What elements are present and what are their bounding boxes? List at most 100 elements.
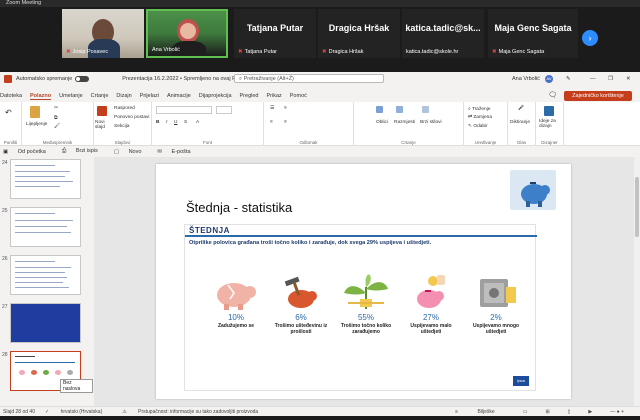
undo-icon[interactable]: ↶ — [5, 108, 12, 117]
avatar[interactable]: AV — [545, 74, 553, 83]
participant-big-name: Dragica Hršak — [328, 23, 390, 33]
participant-tile-maja[interactable]: Maja Genc Sagata ✖ Maja Genc Sagata — [488, 9, 578, 58]
menu-prikaz[interactable]: Prikaz — [266, 93, 281, 99]
slide-thumbnail[interactable]: 27 — [2, 303, 81, 343]
comment-icon[interactable]: 🗨 — [548, 91, 557, 99]
paste-button[interactable]: Lijepljenje — [26, 122, 47, 127]
illustration — [217, 283, 256, 310]
participant-tile-dragica[interactable]: Dragica Hršak ✖ Dragica Hršak — [318, 9, 400, 58]
print-icon: ⎙ — [61, 148, 68, 154]
menu-datoteka[interactable]: Datoteka — [0, 93, 22, 99]
notes-button[interactable]: ≡ Bilješke — [447, 409, 505, 415]
language-label: hrvatski (Hrvatska) — [60, 408, 103, 415]
close-icon[interactable]: ✕ — [626, 76, 631, 82]
quick-print-button[interactable]: ⎙ Brzi ispis — [62, 148, 106, 155]
copy-icon[interactable]: ⧉ — [54, 115, 57, 121]
file-title: Prezentacija 16.2.2022 • Spremljeno na o… — [122, 75, 240, 82]
font-size-select[interactable] — [216, 106, 232, 114]
replace-button[interactable]: ⇄ Zamjena — [468, 115, 492, 120]
participant-tile-tatjana[interactable]: Tatjana Putar ✖ Tatjana Putar — [234, 9, 316, 58]
mic-muted-icon: ✖ — [322, 49, 327, 55]
scrollbar-thumb[interactable] — [635, 177, 639, 237]
slide[interactable]: Štednja - statistika ŠTEDNJA Otprilike p… — [156, 164, 571, 399]
slide-thumbnail[interactable]: 26 — [2, 255, 81, 295]
menu-umetanje[interactable]: Umetanje — [59, 93, 83, 99]
thumb-line — [15, 282, 63, 283]
autosave-toggle[interactable] — [75, 75, 90, 82]
new-button[interactable]: ▢ Novo — [114, 149, 150, 155]
status-bar: Slajd 28 od 40 ✓ hrvatski (Hrvatska) ⚠ P… — [0, 406, 640, 416]
participant-tile-josip[interactable]: ✖ Josip Posavec — [62, 9, 144, 58]
menu-pomoc[interactable]: Pomoć — [290, 93, 307, 99]
bullets-icon[interactable]: ☰ — [270, 106, 274, 111]
paste-icon[interactable] — [30, 106, 41, 118]
from-beginning-button[interactable]: ▣ Od početka — [3, 149, 54, 155]
new-slide-icon[interactable] — [97, 106, 108, 116]
quick-styles-button[interactable]: Brzi stilovi — [420, 120, 442, 125]
thumb-line — [15, 362, 75, 363]
slide-thumbnail[interactable]: 24 — [2, 159, 81, 199]
font-color-icon[interactable]: A — [196, 120, 199, 125]
underline-icon[interactable]: U — [174, 120, 177, 125]
share-button[interactable]: Zajedničko korištenje — [564, 91, 632, 101]
slideshow-view-icon[interactable]: ▶ — [588, 409, 592, 415]
layout-button[interactable]: Raspored — [114, 106, 135, 111]
slide-thumbnail[interactable]: 25 — [2, 207, 81, 247]
participant-strip: ✖ Josip Posavec Ana Vrbolić Tatjana Putar… — [0, 7, 640, 62]
menu-polazno[interactable]: Polazno — [30, 93, 52, 100]
align-center-icon[interactable]: ≡ — [284, 120, 287, 125]
cut-icon[interactable]: ✂ — [54, 106, 58, 111]
slide-number: 28 — [2, 352, 8, 358]
menu-pregled[interactable]: Pregled — [240, 93, 259, 99]
microphone-icon[interactable]: 🎤 — [518, 106, 524, 111]
find-button[interactable]: ⌕ Traženje — [468, 106, 490, 112]
reset-button[interactable]: Ponovno postavi — [114, 115, 149, 120]
shapes-icon[interactable] — [376, 106, 384, 113]
slide-title[interactable]: Štednja - statistika — [186, 200, 292, 215]
accessibility-status[interactable]: ⚠ Prstupačnost: informacije su tako zado… — [122, 409, 268, 415]
thumb-line — [15, 171, 70, 172]
participant-tile-katica[interactable]: katica.tadic@sk... katica.tadic@skole.hr — [402, 9, 484, 58]
reading-view-icon[interactable]: ▯ — [568, 409, 571, 415]
pen-icon[interactable]: ✎ — [566, 76, 571, 82]
language-indicator[interactable]: ✓ hrvatski (Hrvatska) — [45, 409, 112, 415]
design-ideas-icon[interactable] — [544, 106, 555, 116]
section-button[interactable]: Sekcija — [114, 124, 129, 129]
vertical-scrollbar[interactable] — [634, 157, 640, 412]
font-name-select[interactable] — [156, 106, 212, 114]
stat-label: Uspijevamo mnogo uštedjeti — [472, 323, 520, 335]
thumb-line — [15, 261, 55, 262]
slide-sorter-icon[interactable]: ⊞ — [545, 409, 549, 415]
participant-tile-ana[interactable]: Ana Vrbolić — [146, 9, 228, 58]
bold-icon[interactable]: B — [156, 120, 159, 125]
quick-styles-icon[interactable] — [422, 106, 430, 113]
menu-dizajn[interactable]: Dizajn — [116, 93, 131, 99]
minimize-icon[interactable]: — — [590, 76, 596, 82]
format-painter-icon[interactable]: 🖌 — [54, 124, 60, 129]
align-left-icon[interactable]: ≡ — [270, 120, 273, 125]
email-button[interactable]: ✉ E-pošta — [157, 149, 198, 155]
search-input[interactable]: ⌕ Pretraživanje (Alt+Ž) — [234, 74, 384, 83]
zoom-slider[interactable]: — ● + — [610, 409, 624, 415]
menu-crtanje[interactable]: Crtanje — [91, 93, 109, 99]
numbering-icon[interactable]: ≡ — [284, 106, 287, 111]
restore-icon[interactable]: ❐ — [608, 76, 613, 82]
chevron-right-icon[interactable]: › — [582, 30, 598, 46]
menu-dijaprojekcija[interactable]: Dijaprojekcija — [199, 93, 232, 99]
select-button[interactable]: ↖ Odabir — [468, 124, 488, 129]
strikethrough-icon[interactable]: S — [184, 120, 187, 125]
thumb-line — [15, 272, 65, 273]
arrange-button[interactable]: Razmjesti — [394, 120, 415, 125]
mail-icon: ✉ — [157, 148, 164, 155]
shapes-button[interactable]: Oblici — [376, 120, 388, 125]
menu-animacije[interactable]: Animacije — [167, 93, 191, 99]
design-ideas-button[interactable]: Ideje za dizajn — [539, 119, 563, 129]
new-slide-button[interactable]: Novi slajd — [95, 120, 113, 130]
arrange-icon[interactable] — [396, 106, 404, 113]
italic-icon[interactable]: I — [166, 120, 167, 125]
menu-prijelazi[interactable]: Prijelazi — [140, 93, 159, 99]
thumb-line — [15, 226, 67, 227]
normal-view-icon[interactable]: ▭ — [523, 409, 528, 415]
participant-big-name: Tatjana Putar — [246, 23, 304, 33]
dictate-button[interactable]: Diktiranje — [510, 120, 530, 125]
